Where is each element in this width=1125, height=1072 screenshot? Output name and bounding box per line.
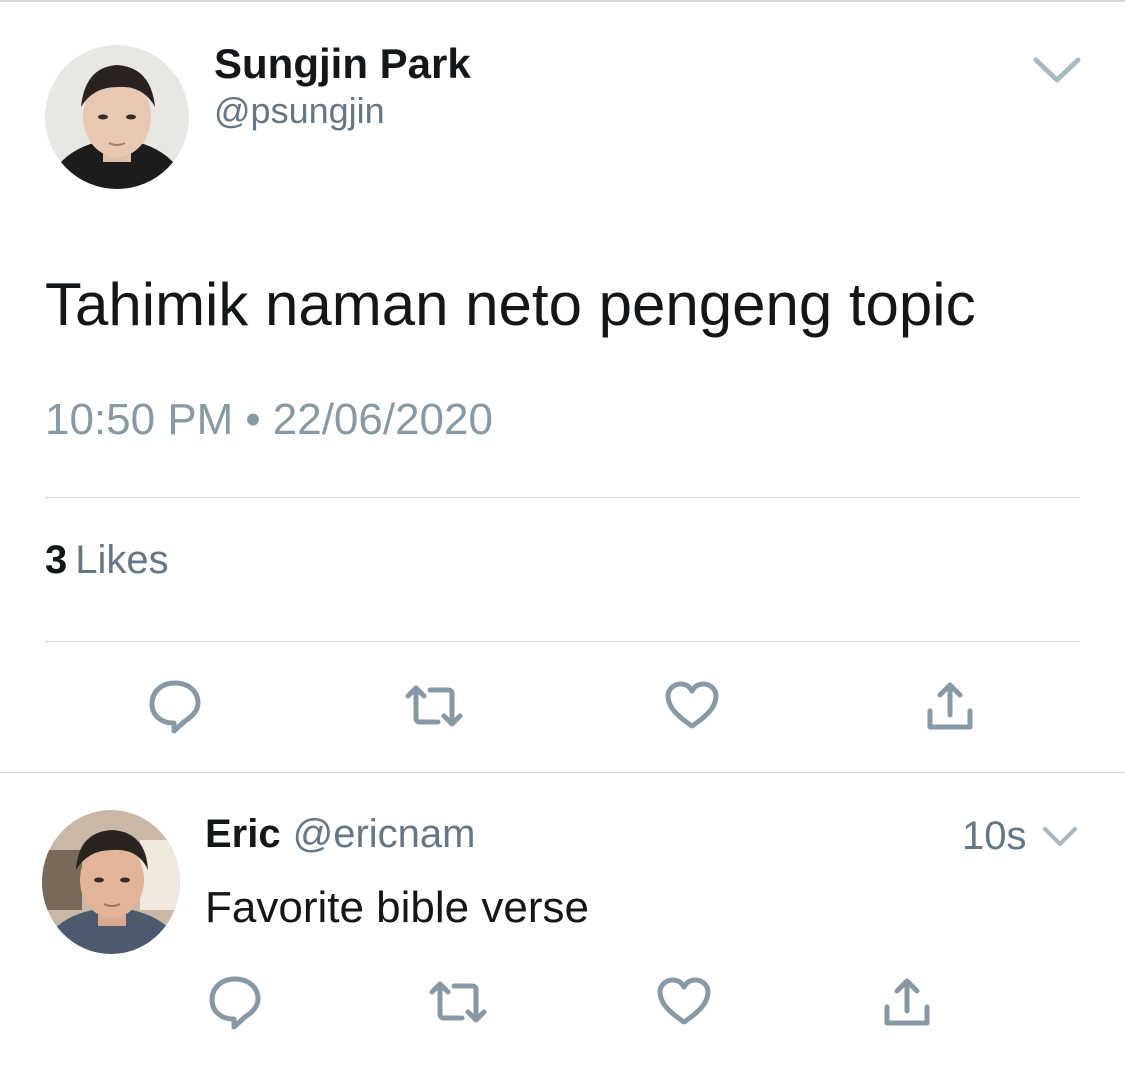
likes-label: Likes <box>75 538 169 582</box>
main-tweet: Sungjin Park @psungjin Tahimik naman net… <box>0 0 1125 773</box>
avatar[interactable] <box>45 45 189 189</box>
share-icon[interactable] <box>877 972 937 1032</box>
retweet-icon[interactable] <box>428 972 488 1032</box>
divider <box>45 497 1080 498</box>
chevron-down-icon[interactable] <box>1030 50 1084 90</box>
tweet-text: Tahimik naman neto pengeng topic <box>45 271 976 338</box>
tweet-time: 10:50 PM <box>45 395 234 444</box>
likes-count: 3 <box>45 538 68 582</box>
like-icon[interactable] <box>662 676 722 736</box>
reply-icon[interactable] <box>205 972 265 1032</box>
tweet-date: 22/06/2020 <box>272 395 493 444</box>
likes-summary[interactable]: 3 Likes <box>45 538 169 583</box>
share-icon[interactable] <box>920 676 980 736</box>
handle[interactable]: @ericnam <box>293 812 476 856</box>
like-icon[interactable] <box>654 972 714 1032</box>
reply-timestamp: 10s <box>962 814 1027 858</box>
display-name[interactable]: Sungjin Park <box>214 40 471 88</box>
tweet-separator <box>0 772 1125 773</box>
separator-dot: • <box>245 395 261 444</box>
handle[interactable]: @psungjin <box>214 90 385 132</box>
tweet-timestamp: 10:50 PM • 22/06/2020 <box>45 395 493 445</box>
chevron-down-icon[interactable] <box>1040 822 1080 852</box>
avatar[interactable] <box>42 810 180 954</box>
reply-author[interactable]: Eric @ericnam <box>205 812 475 857</box>
retweet-icon[interactable] <box>404 676 464 736</box>
divider <box>45 641 1080 642</box>
tweet-text: Favorite bible verse <box>205 883 589 932</box>
display-name[interactable]: Eric <box>205 812 281 856</box>
reply-icon[interactable] <box>145 676 205 736</box>
